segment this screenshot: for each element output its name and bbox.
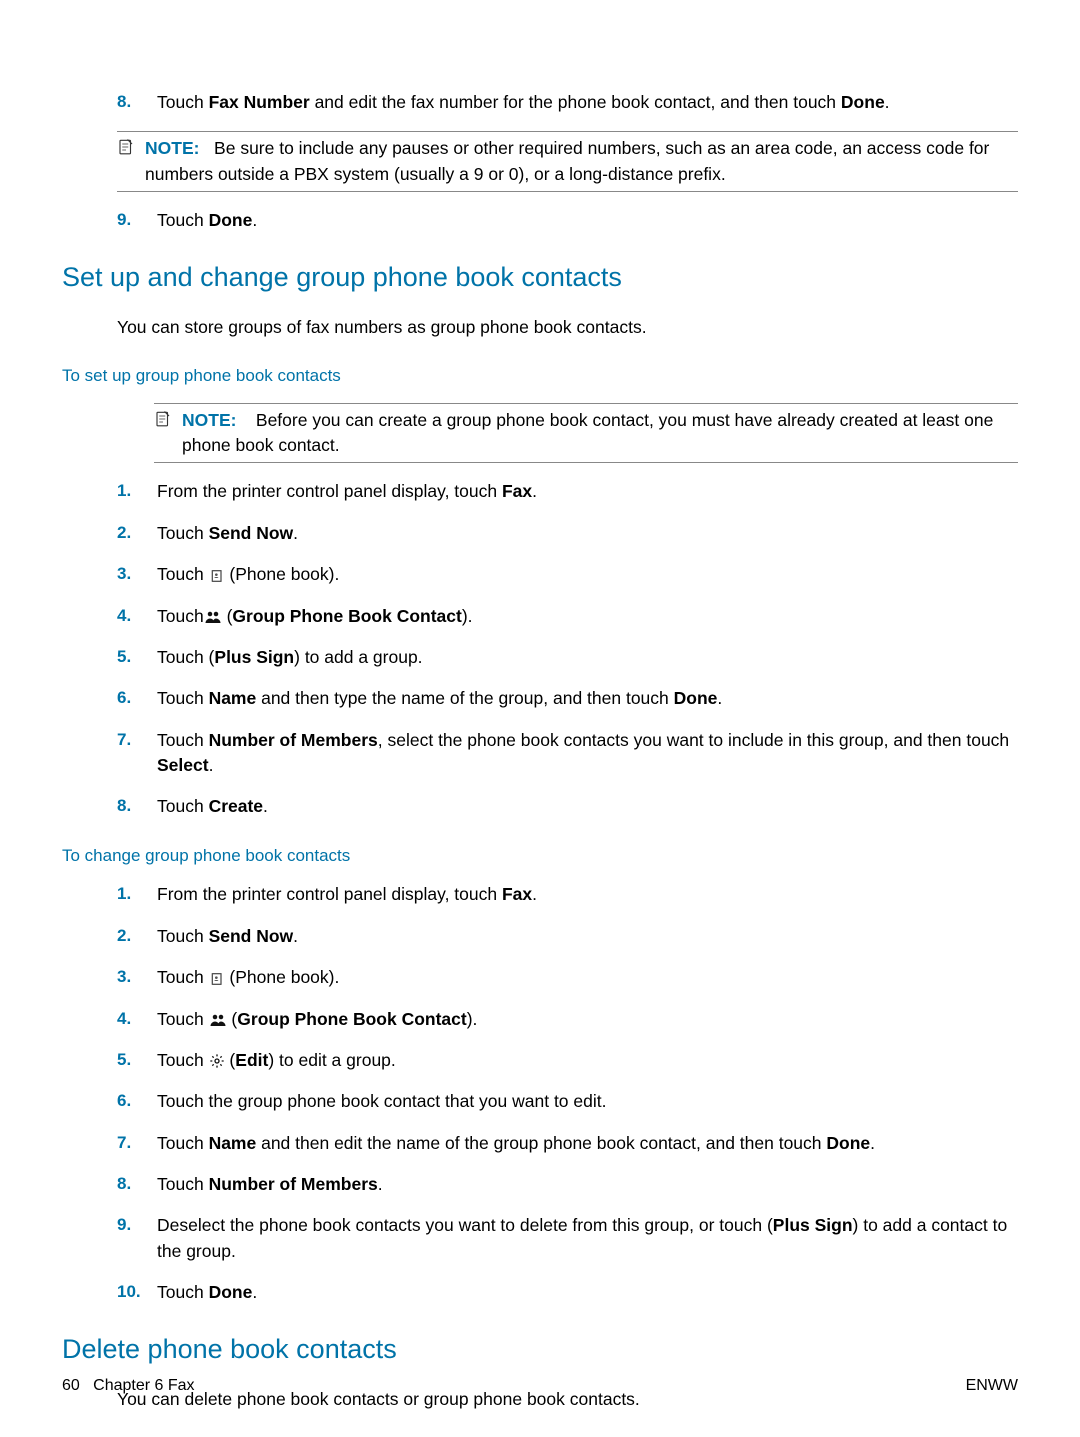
step-text: From the printer control panel display, … (157, 479, 537, 504)
step-text: Touch (Phone book). (157, 965, 339, 990)
step-item: 1.From the printer control panel display… (117, 882, 1018, 907)
step-text: Touch (Plus Sign) to add a group. (157, 645, 423, 670)
step-text: Touch Send Now. (157, 521, 298, 546)
step-number: 9. (117, 1213, 157, 1264)
step-item: 6.Touch Name and then type the name of t… (117, 686, 1018, 711)
step-text: Touch Name and then edit the name of the… (157, 1131, 875, 1156)
step-item: 1.From the printer control panel display… (117, 479, 1018, 504)
group-contact-icon (204, 606, 222, 626)
step-text: Deselect the phone book contacts you wan… (157, 1213, 1018, 1264)
step-item: 3.Touch (Phone book). (117, 965, 1018, 990)
step-number: 9. (117, 208, 157, 233)
step-item: 8.Touch Number of Members. (117, 1172, 1018, 1197)
step-item: 7.Touch Number of Members, select the ph… (117, 728, 1018, 779)
step-number: 4. (117, 1007, 157, 1032)
step-text: Touch (Group Phone Book Contact). (157, 1007, 477, 1032)
step-item: 4.Touch (Group Phone Book Contact). (117, 1007, 1018, 1032)
step-number: 5. (117, 1048, 157, 1073)
step-number: 6. (117, 686, 157, 711)
step-number: 7. (117, 1131, 157, 1156)
step-item: 8. Touch Fax Number and edit the fax num… (117, 90, 1018, 115)
section-intro: You can store groups of fax numbers as g… (117, 315, 1018, 340)
group-contact-icon (209, 1009, 227, 1029)
step-text: From the printer control panel display, … (157, 882, 537, 907)
step-number: 8. (117, 1172, 157, 1197)
note-text: NOTE: Be sure to include any pauses or o… (145, 136, 1018, 187)
step-number: 5. (117, 645, 157, 670)
step-number: 8. (117, 90, 157, 115)
h3-change-group: To change group phone book contacts (62, 844, 1018, 869)
step-text: Touch (Phone book). (157, 562, 339, 587)
page-footer: 60 Chapter 6 Fax ENWW (62, 1374, 1018, 1397)
step-item: 2.Touch Send Now. (117, 521, 1018, 546)
step-item: 2.Touch Send Now. (117, 924, 1018, 949)
step-item: 7.Touch Name and then edit the name of t… (117, 1131, 1018, 1156)
step-item: 3.Touch (Phone book). (117, 562, 1018, 587)
step-text: Touch the group phone book contact that … (157, 1089, 606, 1114)
step-item: 4.Touch (Group Phone Book Contact). (117, 604, 1018, 629)
gear-icon (209, 1050, 225, 1070)
step-item: 10.Touch Done. (117, 1280, 1018, 1305)
step-number: 1. (117, 479, 157, 504)
step-number: 4. (117, 604, 157, 629)
step-number: 2. (117, 924, 157, 949)
step-text: Touch Done. (157, 208, 257, 233)
phonebook-icon (209, 564, 225, 584)
step-item: 5.Touch (Plus Sign) to add a group. (117, 645, 1018, 670)
step-text: Touch (Edit) to edit a group. (157, 1048, 396, 1073)
step-number: 6. (117, 1089, 157, 1114)
note-icon (117, 138, 137, 187)
step-text: Touch Create. (157, 794, 268, 819)
step-number: 10. (117, 1280, 157, 1305)
step-text: Touch Fax Number and edit the fax number… (157, 90, 890, 115)
step-text: Touch Number of Members. (157, 1172, 383, 1197)
step-number: 8. (117, 794, 157, 819)
step-item: 6.Touch the group phone book contact tha… (117, 1089, 1018, 1114)
step-text: Touch (Group Phone Book Contact). (157, 604, 473, 629)
step-item: 5.Touch (Edit) to edit a group. (117, 1048, 1018, 1073)
step-number: 3. (117, 965, 157, 990)
note-callout: NOTE: Before you can create a group phon… (154, 403, 1018, 464)
step-item: 9.Deselect the phone book contacts you w… (117, 1213, 1018, 1264)
footer-left: 60 Chapter 6 Fax (62, 1374, 195, 1397)
phonebook-icon (209, 967, 225, 987)
h3-setup-group: To set up group phone book contacts (62, 364, 1018, 389)
step-text: Touch Send Now. (157, 924, 298, 949)
step-text: Touch Number of Members, select the phon… (157, 728, 1018, 779)
h2-delete-contacts: Delete phone book contacts (62, 1330, 1018, 1369)
note-callout: NOTE: Be sure to include any pauses or o… (117, 131, 1018, 192)
step-text: Touch Name and then type the name of the… (157, 686, 722, 711)
step-number: 7. (117, 728, 157, 779)
step-number: 2. (117, 521, 157, 546)
step-item: 9. Touch Done. (117, 208, 1018, 233)
step-text: Touch Done. (157, 1280, 257, 1305)
h2-group-contacts: Set up and change group phone book conta… (62, 258, 1018, 297)
note-text: NOTE: Before you can create a group phon… (182, 408, 1018, 459)
step-item: 8.Touch Create. (117, 794, 1018, 819)
note-icon (154, 410, 174, 459)
footer-right: ENWW (966, 1374, 1018, 1397)
step-number: 3. (117, 562, 157, 587)
step-number: 1. (117, 882, 157, 907)
